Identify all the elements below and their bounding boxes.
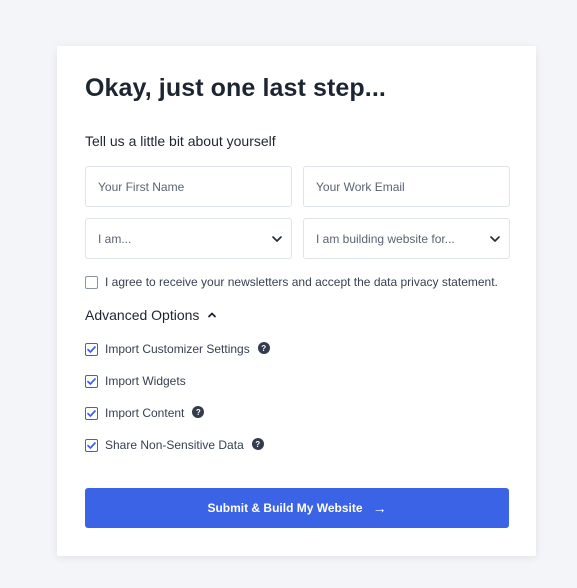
newsletter-consent-label: I agree to receive your newsletters and … <box>105 275 498 289</box>
chevron-up-icon <box>208 312 217 318</box>
checkbox-import-customizer-settings[interactable] <box>85 342 98 356</box>
advanced-options-label: Advanced Options <box>85 307 200 323</box>
work-email-input[interactable] <box>303 166 510 207</box>
role-select[interactable]: I am... <box>85 218 292 259</box>
option-label: Import Content <box>105 406 185 420</box>
help-icon[interactable]: ? <box>192 406 205 418</box>
option-import-content[interactable]: Import Content ? <box>85 406 205 420</box>
option-import-customizer-settings[interactable]: Import Customizer Settings ? <box>85 342 270 356</box>
option-label: Import Widgets <box>105 374 186 388</box>
purpose-select[interactable]: I am building website for... <box>303 218 510 259</box>
checkbox-share-non-sensitive-data[interactable] <box>85 438 98 452</box>
help-icon[interactable]: ? <box>251 438 264 450</box>
newsletter-consent-row[interactable]: I agree to receive your newsletters and … <box>85 275 498 289</box>
advanced-options-toggle[interactable]: Advanced Options <box>85 307 217 323</box>
submit-build-website-button[interactable]: Submit & Build My Website → <box>85 488 509 528</box>
checkmark-icon <box>87 441 96 449</box>
option-label: Import Customizer Settings <box>105 342 250 356</box>
option-share-non-sensitive-data[interactable]: Share Non-Sensitive Data ? <box>85 438 264 452</box>
help-icon[interactable]: ? <box>257 342 270 354</box>
page-title: Okay, just one last step... <box>85 74 386 102</box>
purpose-select-value: I am building website for... <box>316 232 455 246</box>
arrow-right-icon: → <box>372 500 387 516</box>
checkmark-icon <box>87 377 96 385</box>
checkbox-import-widgets[interactable] <box>85 374 98 388</box>
form-subtitle: Tell us a little bit about yourself <box>85 133 276 149</box>
first-name-input[interactable] <box>85 166 292 207</box>
chevron-down-icon <box>490 236 500 242</box>
submit-button-label: Submit & Build My Website <box>207 501 363 515</box>
option-import-widgets[interactable]: Import Widgets <box>85 374 186 388</box>
checkmark-icon <box>87 345 96 353</box>
newsletter-checkbox[interactable] <box>85 275 98 289</box>
checkbox-import-content[interactable] <box>85 406 98 420</box>
role-select-value: I am... <box>98 232 132 246</box>
onboarding-card: Okay, just one last step... Tell us a li… <box>57 46 536 556</box>
option-label: Share Non-Sensitive Data <box>105 438 244 452</box>
chevron-down-icon <box>272 236 282 242</box>
checkmark-icon <box>87 409 96 417</box>
